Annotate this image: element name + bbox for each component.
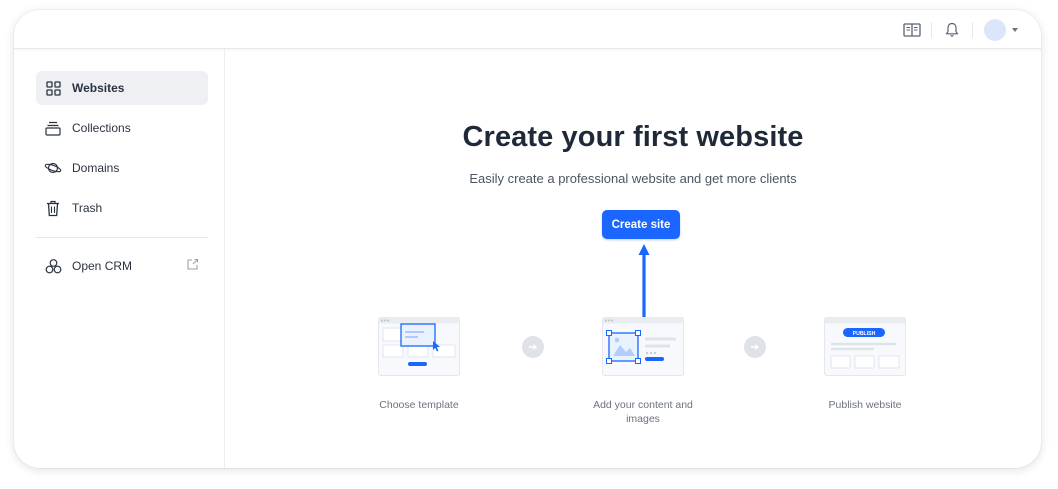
sidebar-item-domains[interactable]: Domains xyxy=(36,151,208,185)
sidebar-item-trash[interactable]: Trash xyxy=(36,191,208,225)
app-window: Websites Collections Domains Trash Open … xyxy=(14,10,1041,468)
external-link-icon[interactable] xyxy=(186,258,200,272)
arrow-right-icon xyxy=(522,336,544,358)
step-label: Choose template xyxy=(379,399,459,411)
book-icon[interactable] xyxy=(903,21,921,39)
content-illustration xyxy=(602,317,684,376)
crm-icon xyxy=(44,257,62,275)
bell-icon[interactable] xyxy=(943,21,961,39)
trash-icon xyxy=(44,199,62,217)
top-bar xyxy=(14,10,1041,49)
sidebar-item-label: Open CRM xyxy=(72,259,133,273)
planet-icon xyxy=(44,159,62,177)
collections-icon xyxy=(44,119,62,137)
publish-illustration: PUBLISH xyxy=(824,317,906,376)
step-label: Publish website xyxy=(828,399,902,411)
chevron-down-icon[interactable] xyxy=(1012,28,1018,32)
grid-icon xyxy=(44,79,62,97)
sidebar-item-label: Collections xyxy=(72,121,131,135)
sidebar: Websites Collections Domains Trash Open … xyxy=(14,49,225,468)
toolbar-divider xyxy=(931,22,932,38)
step-label: Add your content and images xyxy=(593,399,693,425)
page-title: Create your first website xyxy=(462,121,804,153)
sidebar-item-open-crm[interactable]: Open CRM xyxy=(36,249,208,283)
create-site-button[interactable]: Create site xyxy=(602,210,680,239)
toolbar-divider xyxy=(972,22,973,38)
publish-badge: PUBLISH xyxy=(853,331,876,337)
arrow-up-icon xyxy=(638,244,650,321)
arrow-right-icon xyxy=(744,336,766,358)
page-subtitle: Easily create a professional website and… xyxy=(469,171,797,186)
avatar[interactable] xyxy=(984,19,1006,41)
sidebar-item-label: Domains xyxy=(72,161,120,175)
template-illustration xyxy=(378,317,460,376)
sidebar-item-label: Trash xyxy=(72,201,103,215)
sidebar-item-label: Websites xyxy=(72,81,125,95)
sidebar-item-collections[interactable]: Collections xyxy=(36,111,208,145)
sidebar-divider xyxy=(36,237,208,238)
main-content: Create your first website Easily create … xyxy=(225,49,1041,468)
sidebar-item-websites[interactable]: Websites xyxy=(36,71,208,105)
